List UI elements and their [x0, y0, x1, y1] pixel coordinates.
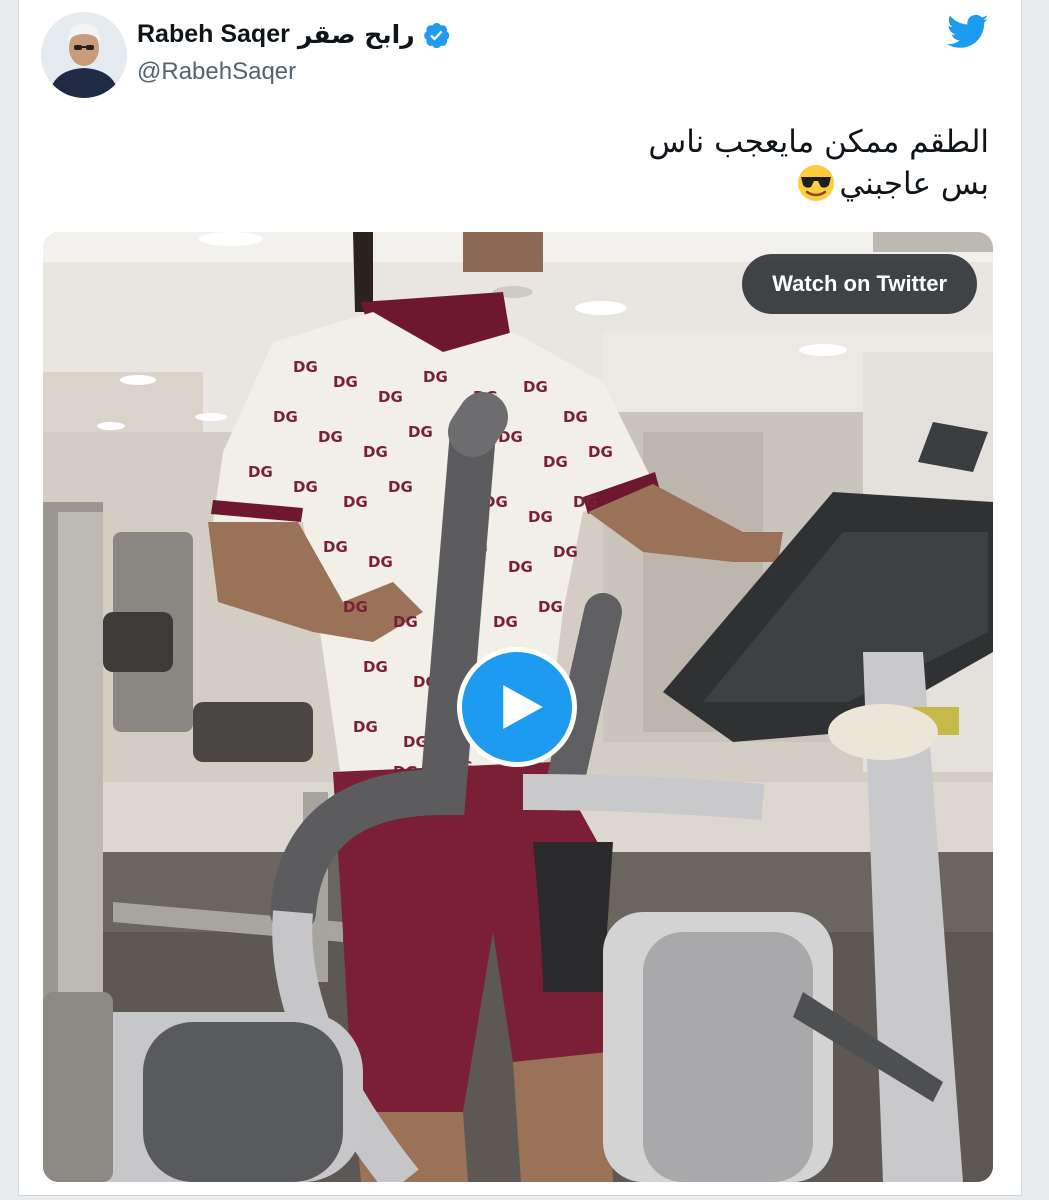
svg-text:DG: DG	[363, 443, 388, 461]
play-icon	[503, 685, 543, 729]
tweet-card: Rabeh Saqer رابح صقر @RabehSaqer الطقم م…	[18, 0, 1022, 1196]
svg-text:DG: DG	[318, 428, 343, 446]
svg-text:DG: DG	[538, 598, 563, 616]
svg-text:DG: DG	[508, 558, 533, 576]
verified-badge-icon	[423, 22, 449, 48]
watch-on-twitter-button[interactable]: Watch on Twitter	[742, 254, 977, 314]
display-name[interactable]: Rabeh Saqer	[137, 20, 290, 49]
video-player[interactable]: DG DG DG DG DG DG DG DG DG DG DG DG DG D…	[43, 232, 993, 1182]
twitter-bird-icon[interactable]	[947, 14, 989, 50]
svg-text:DG: DG	[523, 378, 548, 396]
svg-text:DG: DG	[323, 538, 348, 556]
svg-text:DG: DG	[543, 453, 568, 471]
svg-text:DG: DG	[293, 358, 318, 376]
svg-text:DG: DG	[368, 553, 393, 571]
tweet-text-line-2-text: بس عاجبني	[839, 166, 989, 202]
play-button[interactable]	[457, 647, 577, 767]
display-name-arabic[interactable]: رابح صقر	[298, 20, 415, 49]
avatar[interactable]	[41, 12, 127, 98]
svg-text:DG: DG	[343, 598, 368, 616]
svg-text:DG: DG	[293, 478, 318, 496]
svg-text:DG: DG	[423, 368, 448, 386]
tweet-header: Rabeh Saqer رابح صقر @RabehSaqer	[19, 0, 1021, 100]
svg-text:DG: DG	[553, 543, 578, 561]
svg-text:DG: DG	[573, 493, 598, 511]
svg-text:DG: DG	[563, 408, 588, 426]
svg-text:DG: DG	[273, 408, 298, 426]
svg-text:DG: DG	[588, 443, 613, 461]
avatar-image	[41, 12, 127, 98]
svg-text:DG: DG	[388, 478, 413, 496]
user-handle[interactable]: @RabehSaqer	[137, 58, 296, 86]
svg-text:DG: DG	[333, 373, 358, 391]
svg-text:DG: DG	[343, 493, 368, 511]
svg-text:DG: DG	[353, 718, 378, 736]
svg-text:DG: DG	[248, 463, 273, 481]
svg-text:DG: DG	[493, 613, 518, 631]
svg-text:DG: DG	[408, 423, 433, 441]
tweet-text-line-2: بس عاجبني	[289, 163, 989, 205]
svg-text:DG: DG	[363, 658, 388, 676]
tweet-text-line-1: الطقم ممكن مايعجب ناس	[648, 124, 989, 160]
name-row[interactable]: Rabeh Saqer رابح صقر	[137, 20, 451, 49]
svg-text:DG: DG	[378, 388, 403, 406]
tweet-text: الطقم ممكن مايعجب ناس بس عاجبني	[289, 122, 989, 205]
svg-text:DG: DG	[393, 613, 418, 631]
sunglasses-emoji-icon	[798, 165, 835, 201]
svg-text:DG: DG	[528, 508, 553, 526]
